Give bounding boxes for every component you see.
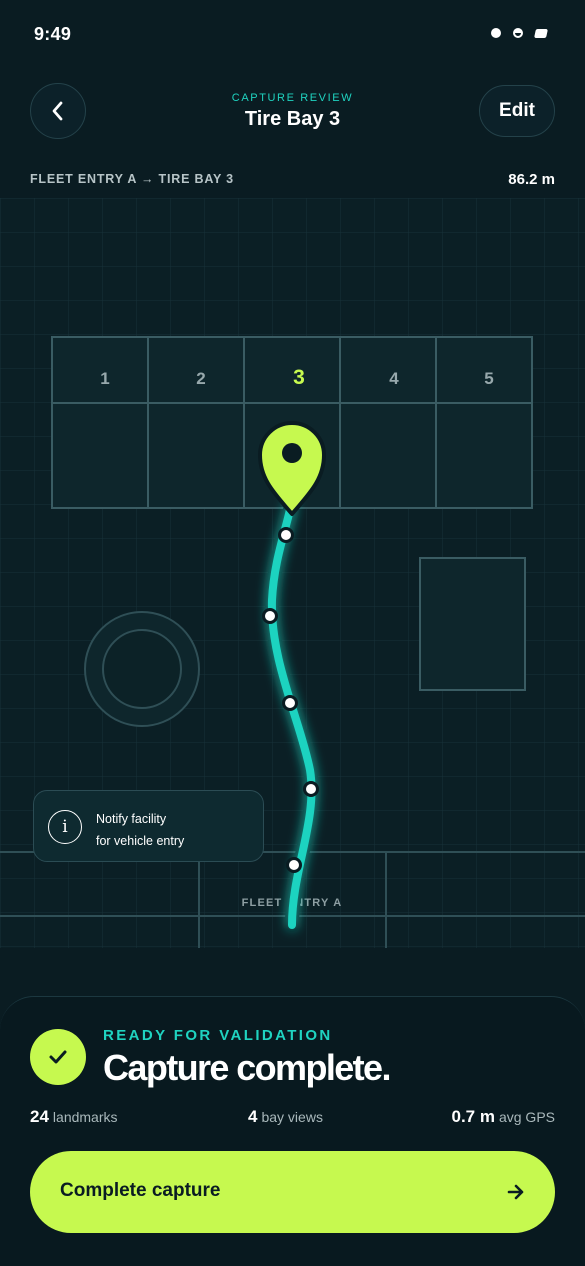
stat-avg-gps: 0.7 m avg GPS: [451, 1107, 555, 1127]
bay-label[interactable]: 2: [196, 369, 205, 388]
stat-value: 24: [30, 1107, 49, 1126]
stat-value: 4: [248, 1107, 258, 1126]
route-label: FLEET ENTRY A → TIRE BAY 3: [30, 172, 234, 186]
summary-eyebrow: READY FOR VALIDATION: [103, 1027, 333, 1044]
success-badge: [30, 1029, 86, 1085]
capture-stats: 24 landmarks 4 bay views 0.7 m avg GPS: [30, 1107, 555, 1131]
waypoint[interactable]: [286, 857, 302, 873]
signal-icon: [491, 28, 501, 38]
wifi-icon: [513, 28, 523, 38]
route-summary: FLEET ENTRY A → TIRE BAY 3 86.2 m: [30, 170, 555, 192]
status-bar: 9:49: [0, 0, 585, 66]
complete-capture-button[interactable]: Complete capture: [30, 1151, 555, 1233]
status-icons: [491, 28, 548, 38]
callout-line-1: Notify facility: [96, 812, 167, 826]
stat-value: 0.7 m: [451, 1107, 495, 1126]
summary-sheet: READY FOR VALIDATION Capture complete. 2…: [0, 996, 585, 1266]
header: CAPTURE REVIEW Tire Bay 3 Edit: [0, 80, 585, 144]
waypoint[interactable]: [303, 781, 319, 797]
edit-button[interactable]: Edit: [479, 85, 555, 137]
waypoint[interactable]: [278, 527, 294, 543]
callout-line-2: for vehicle entry: [96, 834, 185, 848]
stat-unit: avg GPS: [498, 1109, 555, 1125]
header-eyebrow: CAPTURE REVIEW: [231, 92, 354, 104]
stat-unit: bay views: [261, 1109, 323, 1125]
route-distance: 86.2 m: [508, 171, 555, 188]
bay-label-active[interactable]: 3: [293, 366, 305, 389]
notify-callout[interactable]: i Notify facility for vehicle entry: [33, 790, 264, 862]
arrow-right-icon: [507, 1184, 524, 1200]
status-time: 9:49: [34, 24, 72, 44]
summary-title: Capture complete.: [103, 1047, 391, 1088]
waypoint[interactable]: [262, 608, 278, 624]
cta-label: Complete capture: [60, 1180, 221, 1201]
page-title: Tire Bay 3: [244, 108, 341, 130]
bay-label[interactable]: 4: [389, 369, 399, 388]
callout-text: Notify facility for vehicle entry: [96, 808, 184, 852]
bay-label[interactable]: 1: [100, 369, 109, 388]
chevron-left-icon: [52, 101, 63, 121]
circular-structure: [84, 611, 200, 727]
waypoint[interactable]: [282, 695, 298, 711]
bay-label[interactable]: 5: [484, 369, 493, 388]
stat-unit: landmarks: [52, 1109, 118, 1125]
header-title-group: CAPTURE REVIEW Tire Bay 3: [150, 92, 435, 131]
rectangular-structure: [419, 557, 526, 691]
stat-landmarks: 24 landmarks: [30, 1107, 118, 1127]
battery-icon: [534, 28, 548, 38]
stat-bay-views: 4 bay views: [248, 1107, 323, 1127]
back-button[interactable]: [30, 83, 86, 139]
info-icon: i: [48, 810, 82, 844]
check-icon: [49, 1050, 67, 1064]
